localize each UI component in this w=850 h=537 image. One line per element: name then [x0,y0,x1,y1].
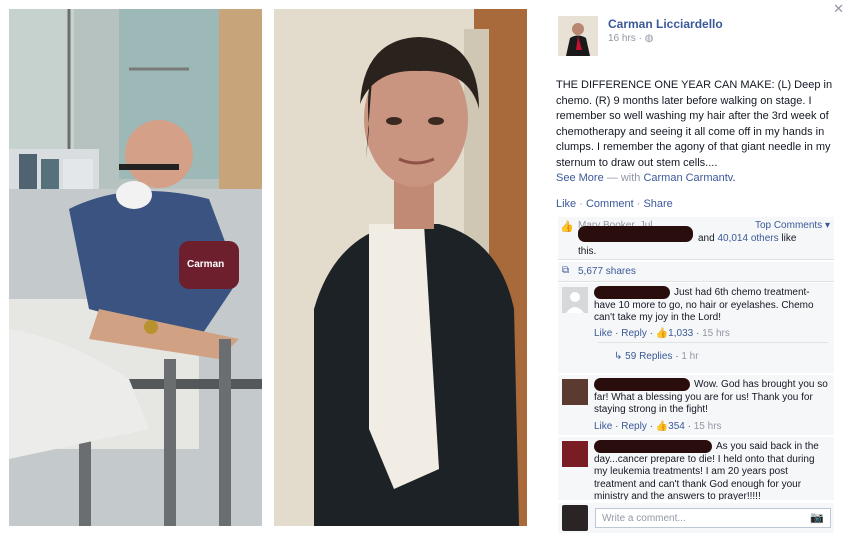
post-body: THE DIFFERENCE ONE YEAR CAN MAKE: (L) De… [556,78,841,187]
replies-count[interactable]: 59 Replies [625,351,672,362]
share-link[interactable]: Share [643,198,672,210]
photo-chemo[interactable]: Carman [9,9,262,526]
comment-meta: Like · Reply · 👍354 · 15 hrs [594,421,722,432]
post-time: 16 hrs · ◍ [608,33,653,44]
default-avatar-image [562,287,588,313]
action-sep: · [576,198,586,210]
comment-composer: Write a comment... 📷 [558,503,834,533]
action-sep: · [633,198,644,210]
thumbs-up-icon: 👍 [560,221,574,233]
comment-item: Wow. God has brought you so far! What a … [558,375,834,435]
globe-icon[interactable]: ◍ [645,33,654,44]
camera-icon[interactable]: 📷 [810,511,824,524]
comment-input[interactable]: Write a comment... [595,508,831,528]
comment-reply-link[interactable]: Reply [621,328,647,339]
post-panel: ✕ Carman Licciardello 16 hrs · ◍ THE DIF… [548,0,850,537]
thumbs-up-icon: 👍 [655,421,669,432]
likes-summary: 👍 Mary Booker, Jul Top Comments ▾ and 40… [558,217,834,260]
photo-chemo-illustration: Carman [9,9,262,526]
comment-item: Just had 6th chemo treatment- have 10 mo… [558,283,834,373]
comment-link[interactable]: Comment [586,198,634,210]
comment-input-placeholder: Write a comment... [602,513,686,524]
default-avatar-icon[interactable] [562,287,588,313]
post-actions: Like · Comment · Share [556,198,673,210]
comment-likes-count[interactable]: 354 [668,421,685,432]
comment-like-link[interactable]: Like [594,421,612,432]
photo-on-stage-illustration [274,9,527,526]
close-icon[interactable]: ✕ [833,1,844,17]
post-timestamp[interactable]: 16 hrs [608,33,636,44]
comment-like-link[interactable]: Like [594,328,612,339]
replies-icon: ↳ [614,351,623,362]
likes-tail: like [781,233,797,244]
chevron-down-icon: ▾ [824,220,830,231]
with-prefix: — with [603,172,644,184]
comment-likes-count[interactable]: 1,033 [668,328,693,339]
comment-item: As you said back in the day...cancer pre… [558,437,834,500]
current-user-avatar [562,505,588,531]
replies-time: 1 hr [681,351,699,362]
likes-count-line: and 40,014 others like [698,233,796,244]
share-icon: ⧉ [562,265,570,276]
thumbs-up-icon: 👍 [655,328,669,339]
top-comments-label: Top Comments [754,220,823,231]
likes-tail2: this. [578,246,597,257]
likes-and: and [698,233,715,244]
comment-time: 15 hrs [693,421,722,432]
comment-text: As you said back in the day...cancer pre… [594,441,819,500]
commenter-avatar[interactable] [562,379,588,405]
tagged-people-link[interactable]: Carman Carmantv [643,172,732,184]
post-message: THE DIFFERENCE ONE YEAR CAN MAKE: (L) De… [556,79,833,169]
reply-divider [598,342,828,343]
shares-count[interactable]: 5,677 shares [578,266,636,277]
redacted-names [578,226,693,242]
post-author[interactable]: Carman Licciardello [608,17,723,31]
like-link[interactable]: Like [556,198,576,210]
with-suffix: . [732,172,736,184]
wristband-text: Carman [187,259,224,270]
comment-meta: Like · Reply · 👍1,033 · 15 hrs [594,328,730,339]
comment-time: 15 hrs [702,328,730,339]
replies-toggle[interactable]: ↳ 59 Replies · 1 hr [614,351,699,362]
comment-reply-link[interactable]: Reply [621,421,647,432]
see-more-link[interactable]: See More [556,172,604,184]
photo-on-stage[interactable] [274,9,527,526]
shares-summary[interactable]: ⧉ 5,677 shares [558,262,834,282]
comment-text: Just had 6th chemo treatment- have 10 mo… [594,287,814,323]
comment-text: Wow. God has brought you so far! What a … [594,379,828,415]
likes-others-link[interactable]: 40,014 others [717,233,778,244]
author-avatar[interactable] [558,16,598,56]
author-avatar-image [558,16,598,56]
post-time-separator: · [638,33,642,44]
top-comments-dropdown[interactable]: Top Comments ▾ [755,220,830,231]
commenter-avatar[interactable] [562,441,588,467]
